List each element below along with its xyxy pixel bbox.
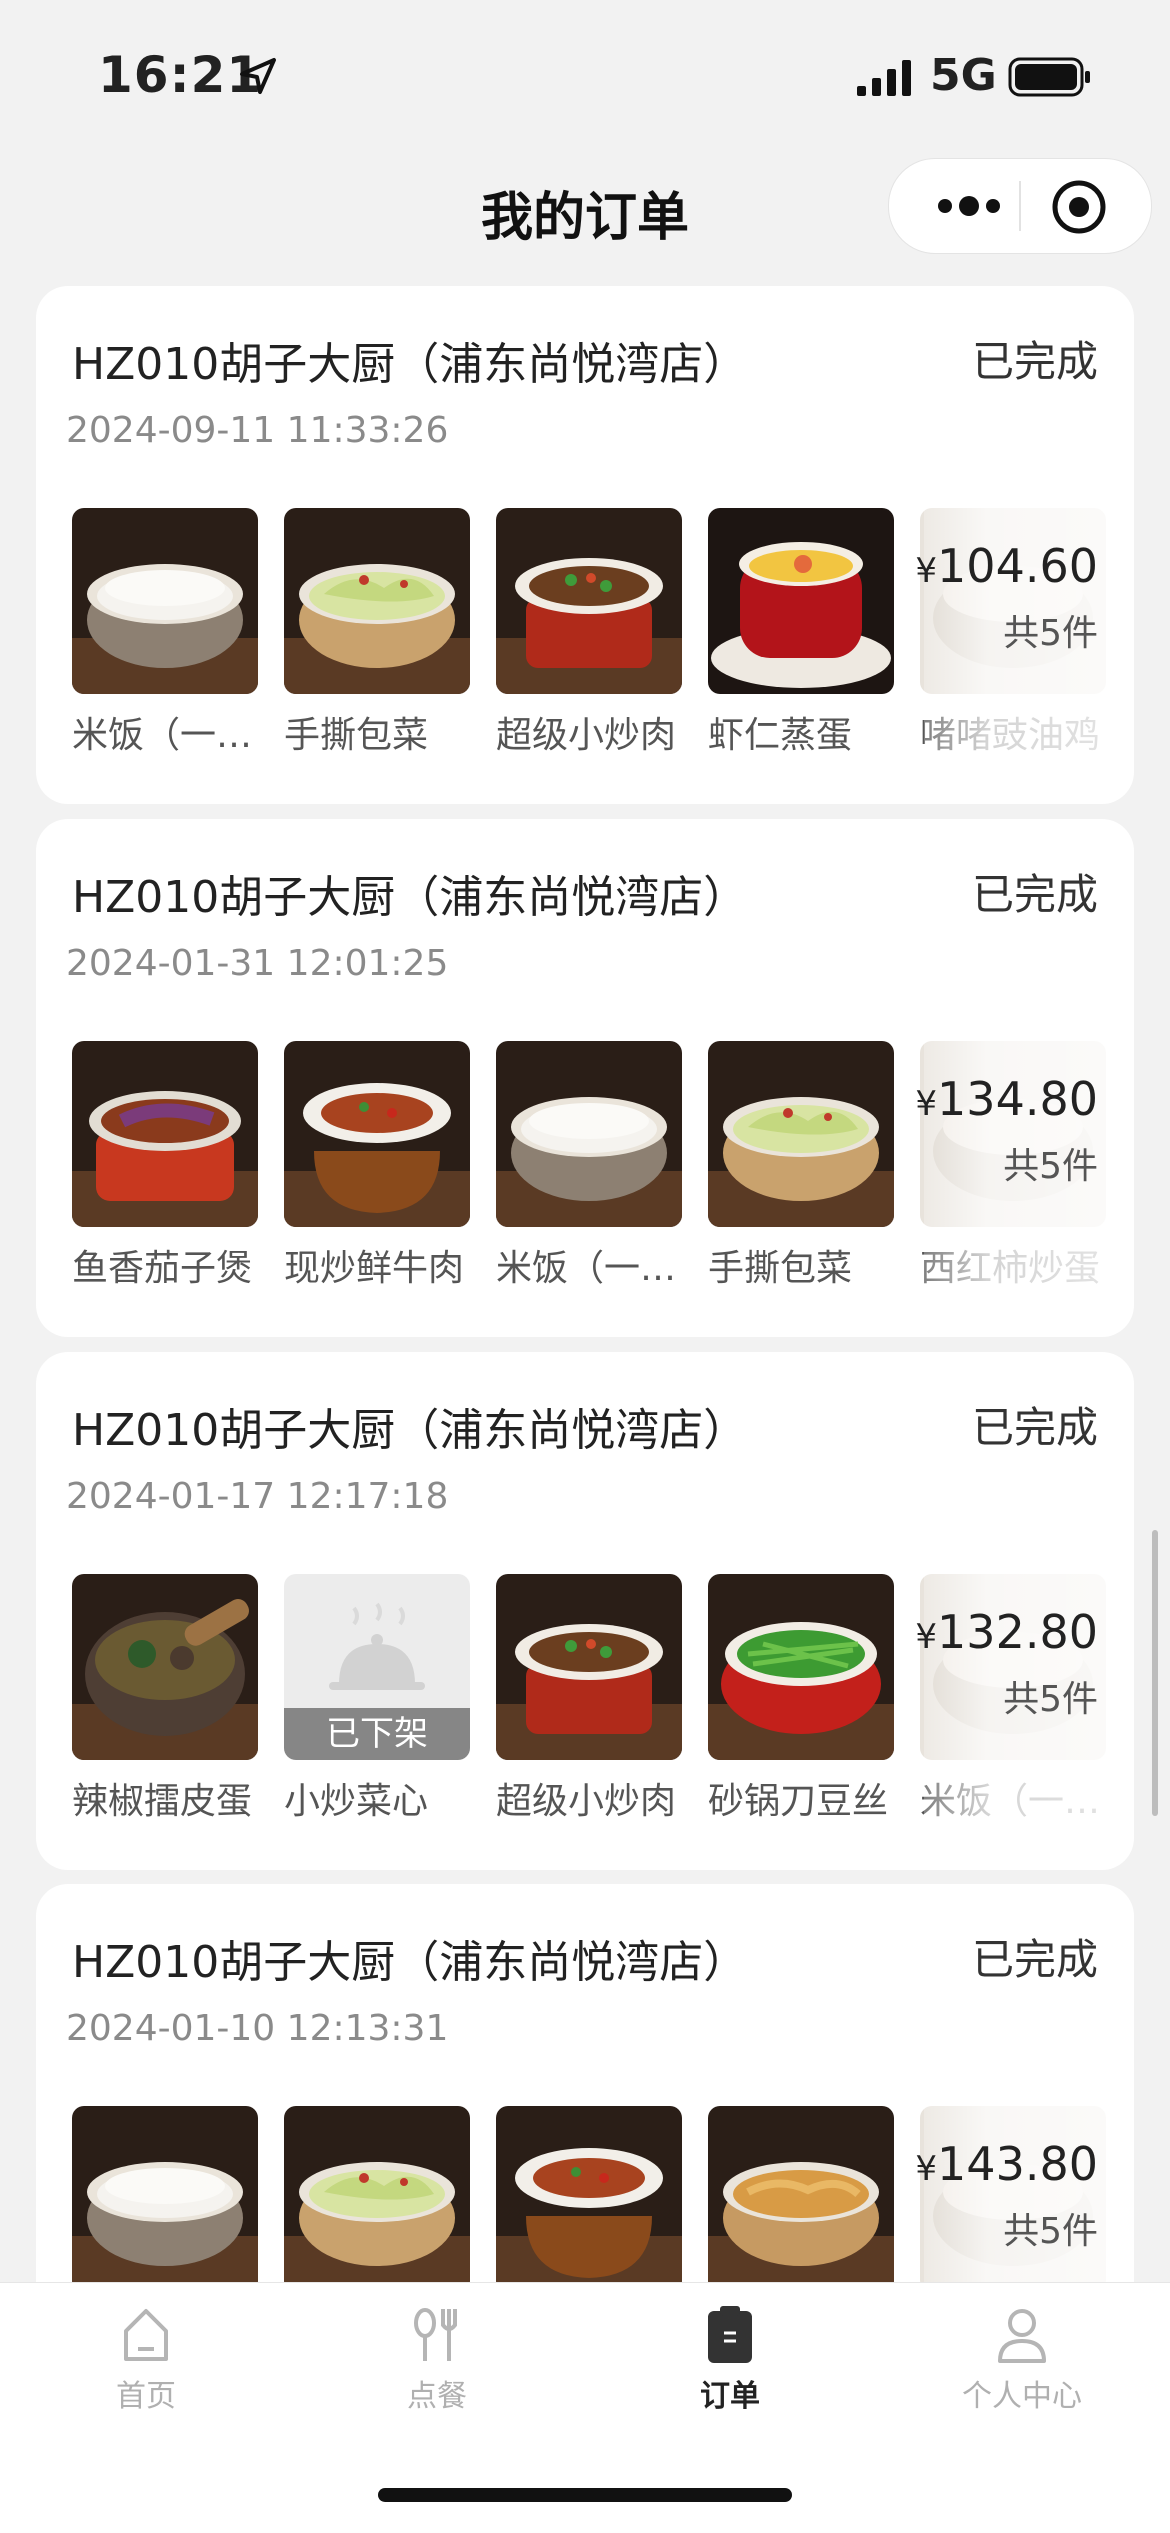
mini-program-capsule [888, 158, 1152, 254]
more-icon[interactable] [919, 179, 1019, 233]
order-status: 已完成 [971, 870, 1098, 919]
dish-thumbnail [72, 1574, 258, 1760]
order-card[interactable]: HZ010胡子大厨（浦东尚悦湾店） 已完成 2024-01-17 12:17:1… [36, 1352, 1134, 1870]
dish-name: 辣椒擂皮蛋 [72, 1781, 253, 1822]
dish-thumbnail: 已下架 [284, 1574, 470, 1760]
currency-symbol: ¥ [915, 551, 938, 591]
tab-orders-label: 订单 [700, 2379, 760, 2414]
dish-thumbnail [496, 2106, 682, 2292]
off-shelf-badge: 已下架 [284, 1708, 470, 1760]
dish-item [496, 2106, 682, 2304]
dish-thumbnail [72, 2106, 258, 2292]
dish-name: 小炒菜心 [284, 1781, 429, 1822]
dish-item: 超级小炒肉 [496, 508, 682, 758]
scrollbar[interactable] [1152, 1530, 1158, 1816]
dish-name: 现炒鲜牛肉 [284, 1248, 465, 1289]
dish-thumbnail [708, 508, 894, 694]
price-value: 143.80 [937, 2137, 1098, 2191]
price-value: 132.80 [937, 1605, 1098, 1659]
price-value: 134.80 [937, 1072, 1098, 1126]
dish-item: 手撕包菜 [284, 508, 470, 758]
close-miniprogram-icon[interactable] [1049, 177, 1109, 237]
dish-name: 超级小炒肉 [496, 1781, 677, 1822]
home-indicator [378, 2488, 792, 2502]
tab-home-label: 首页 [116, 2379, 176, 2414]
currency-symbol: ¥ [915, 2149, 938, 2189]
order-card[interactable]: HZ010胡子大厨（浦东尚悦湾店） 已完成 2024-09-11 11:33:2… [36, 286, 1134, 804]
dish-thumbnail [284, 1041, 470, 1227]
tab-order-food[interactable]: 点餐 [337, 2303, 537, 2415]
tab-profile[interactable]: 个人中心 [922, 2303, 1122, 2415]
dish-item: 米饭（一份） [72, 508, 258, 758]
dish-thumbnail [496, 1574, 682, 1760]
dish-thumbnail [72, 508, 258, 694]
item-count: 共5件 [1003, 1679, 1098, 1720]
currency-symbol: ¥ [915, 1617, 938, 1657]
order-status: 已完成 [971, 1935, 1098, 1984]
order-total: ¥134.80 [915, 1072, 1098, 1126]
capsule-divider [1019, 181, 1021, 231]
dish-item: 手撕包菜 [708, 1041, 894, 1291]
order-date: 2024-01-10 12:13:31 [66, 2008, 449, 2049]
order-total: ¥143.80 [915, 2137, 1098, 2191]
dish-name: 米饭（一份） [496, 1248, 682, 1289]
store-name: HZ010胡子大厨（浦东尚悦湾店） [72, 872, 748, 923]
dish-thumbnail [496, 508, 682, 694]
currency-symbol: ¥ [915, 1084, 938, 1124]
store-name: HZ010胡子大厨（浦东尚悦湾店） [72, 1405, 748, 1456]
item-count: 共5件 [1003, 613, 1098, 654]
dish-thumbnail [284, 2106, 470, 2292]
order-total: ¥104.60 [915, 539, 1098, 593]
tab-profile-label: 个人中心 [962, 2379, 1082, 2414]
order-status: 已完成 [971, 1403, 1098, 1452]
clipboard-icon [708, 2306, 752, 2363]
dish-thumbnail [72, 1041, 258, 1227]
tab-home[interactable]: 首页 [46, 2303, 246, 2415]
item-count: 共5件 [1003, 1146, 1098, 1187]
store-name: HZ010胡子大厨（浦东尚悦湾店） [72, 1937, 748, 1988]
order-date: 2024-09-11 11:33:26 [66, 410, 449, 451]
tab-order-food-label: 点餐 [407, 2379, 467, 2414]
dish-name: 虾仁蒸蛋 [708, 715, 853, 756]
dish-item: 已下架 小炒菜心 [284, 1574, 470, 1824]
dish-item: 超级小炒肉 [496, 1574, 682, 1824]
person-icon [998, 2309, 1046, 2363]
dish-name: 手撕包菜 [708, 1248, 853, 1289]
order-date: 2024-01-17 12:17:18 [66, 1476, 449, 1517]
order-status: 已完成 [971, 337, 1098, 386]
dish-name: 超级小炒肉 [496, 715, 677, 756]
dish-thumbnail [708, 2106, 894, 2292]
dish-name: 米饭（一份） [72, 715, 258, 756]
dish-item [708, 2106, 894, 2304]
item-count: 共5件 [1003, 2211, 1098, 2252]
order-date: 2024-01-31 12:01:25 [66, 943, 449, 984]
dish-name: 手撕包菜 [284, 715, 429, 756]
status-bar: 16:21 5G [0, 0, 1170, 150]
dish-thumbnail [708, 1041, 894, 1227]
home-icon [124, 2309, 168, 2361]
battery-icon [1008, 57, 1090, 97]
dish-item: 辣椒擂皮蛋 [72, 1574, 258, 1824]
signal-icon [857, 60, 911, 96]
store-name: HZ010胡子大厨（浦东尚悦湾店） [72, 339, 748, 390]
dish-item: 鱼香茄子煲 [72, 1041, 258, 1291]
order-card[interactable]: HZ010胡子大厨（浦东尚悦湾店） 已完成 2024-01-31 12:01:2… [36, 819, 1134, 1337]
location-arrow-icon [240, 58, 276, 94]
order-total: ¥132.80 [915, 1605, 1098, 1659]
dish-thumbnail [496, 1041, 682, 1227]
dish-item [284, 2106, 470, 2304]
tab-orders[interactable]: 订单 [630, 2303, 830, 2415]
utensils-icon [414, 2308, 457, 2361]
dish-item: 虾仁蒸蛋 [708, 508, 894, 758]
dish-name: 鱼香茄子煲 [72, 1248, 253, 1289]
dish-name: 砂锅刀豆丝 [708, 1781, 889, 1822]
dish-item: 米饭（一份） [496, 1041, 682, 1291]
price-value: 104.60 [937, 539, 1098, 593]
dish-item: 现炒鲜牛肉 [284, 1041, 470, 1291]
dish-thumbnail [284, 508, 470, 694]
dish-thumbnail [708, 1574, 894, 1760]
dish-item: 砂锅刀豆丝 [708, 1574, 894, 1824]
network-label: 5G [930, 50, 997, 101]
